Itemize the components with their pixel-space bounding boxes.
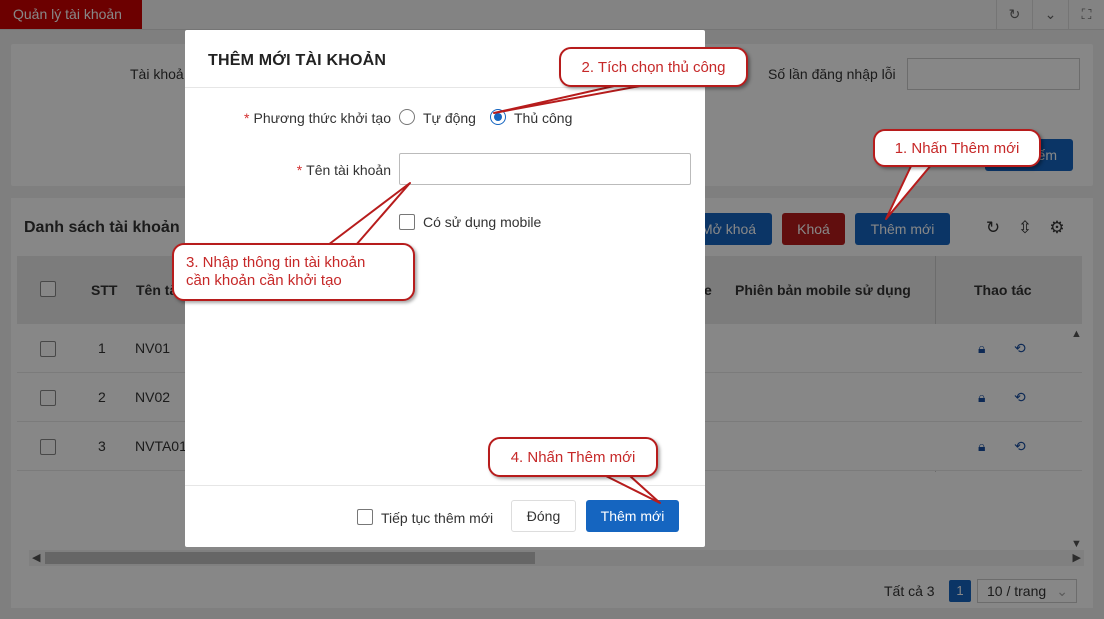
radio-auto-label[interactable]: Tự động bbox=[423, 110, 476, 126]
radio-auto[interactable] bbox=[399, 109, 415, 125]
modal-title: THÊM MỚI TÀI KHOẢN bbox=[208, 52, 387, 69]
method-label-text: Phương thức khởi tạo bbox=[253, 110, 391, 126]
continue-add-label[interactable]: Tiếp tục thêm mới bbox=[381, 510, 493, 526]
close-button[interactable]: Đóng bbox=[511, 500, 576, 532]
account-name-label: * Tên tài khoản bbox=[225, 162, 391, 178]
method-label: * Phương thức khởi tạo bbox=[225, 110, 391, 126]
continue-add-checkbox[interactable] bbox=[357, 509, 373, 525]
radio-manual-label[interactable]: Thủ công bbox=[514, 110, 572, 126]
submit-add-button[interactable]: Thêm mới bbox=[586, 500, 679, 532]
account-name-input[interactable] bbox=[399, 153, 691, 185]
callout-step1: 1. Nhấn Thêm mới bbox=[873, 129, 1041, 167]
radio-manual[interactable] bbox=[490, 109, 506, 125]
mobile-checkbox[interactable] bbox=[399, 214, 415, 230]
account-name-label-text: Tên tài khoản bbox=[306, 162, 391, 178]
modal-footer-divider bbox=[185, 485, 705, 486]
callout-step3-line2: cần khoản cần khởi tạo bbox=[186, 272, 342, 289]
callout-step3: 3. Nhập thông tin tài khoản cần khoản cầ… bbox=[172, 243, 415, 301]
mobile-checkbox-label[interactable]: Có sử dụng mobile bbox=[423, 214, 541, 230]
callout-step3-line1: 3. Nhập thông tin tài khoản bbox=[186, 254, 366, 271]
required-mark: * bbox=[244, 110, 250, 126]
required-mark: * bbox=[296, 162, 303, 178]
modal-divider bbox=[185, 87, 705, 88]
callout-step2: 2. Tích chọn thủ công bbox=[559, 47, 748, 87]
callout-step4: 4. Nhấn Thêm mới bbox=[488, 437, 658, 477]
